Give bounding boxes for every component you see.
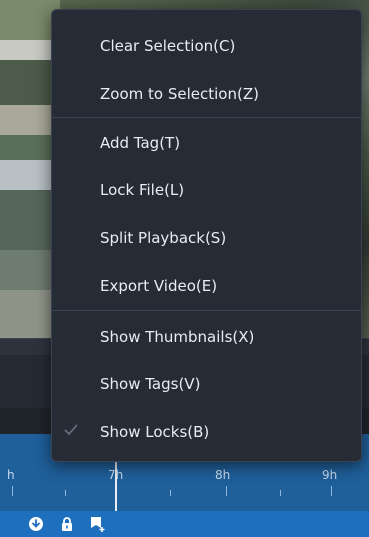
timeline-tick [170,490,171,496]
menu-item-label: Split Playback(S) [100,228,227,247]
menu-item-label: Clear Selection(C) [100,36,236,55]
menu-separator [52,117,361,118]
timeline-label: 9h [322,468,338,482]
menu-item-label: Show Thumbnails(X) [100,327,255,346]
timeline-tick [331,486,332,496]
menu-item-split-playback[interactable]: Split Playback(S) [52,214,361,261]
menu-item-export-video[interactable]: Export Video(E) [52,262,361,309]
menu-item-show-locks[interactable]: Show Locks(B) [52,408,361,455]
download-icon[interactable] [27,515,45,533]
menu-item-label: Zoom to Selection(Z) [100,84,259,103]
menu-item-label: Lock File(L) [100,180,185,199]
add-tag-icon[interactable] [89,515,107,533]
menu-item-zoom-to-selection[interactable]: Zoom to Selection(Z) [52,70,361,117]
menu-item-show-tags[interactable]: Show Tags(V) [52,360,361,407]
timeline-tick [280,490,281,496]
menu-item-label: Add Tag(T) [100,133,181,152]
menu-item-show-thumbnails[interactable]: Show Thumbnails(X) [52,313,361,360]
menu-item-clear-selection[interactable]: Clear Selection(C) [52,22,361,69]
timeline-tick [12,486,13,496]
context-menu: Clear Selection(C) Zoom to Selection(Z) … [51,9,362,462]
timeline-tick [65,490,66,496]
timeline-label: 8h [215,468,231,482]
bottom-toolbar [0,511,369,537]
menu-separator [52,310,361,311]
timeline-label: h [7,468,15,482]
timeline-tick [226,486,227,496]
menu-item-label: Show Tags(V) [100,374,201,393]
menu-item-lock-file[interactable]: Lock File(L) [52,166,361,213]
checkmark-icon [64,422,78,440]
lock-icon[interactable] [58,515,76,533]
menu-item-label: Show Locks(B) [100,422,210,441]
menu-item-label: Export Video(E) [100,276,218,295]
menu-item-add-tag[interactable]: Add Tag(T) [52,119,361,166]
